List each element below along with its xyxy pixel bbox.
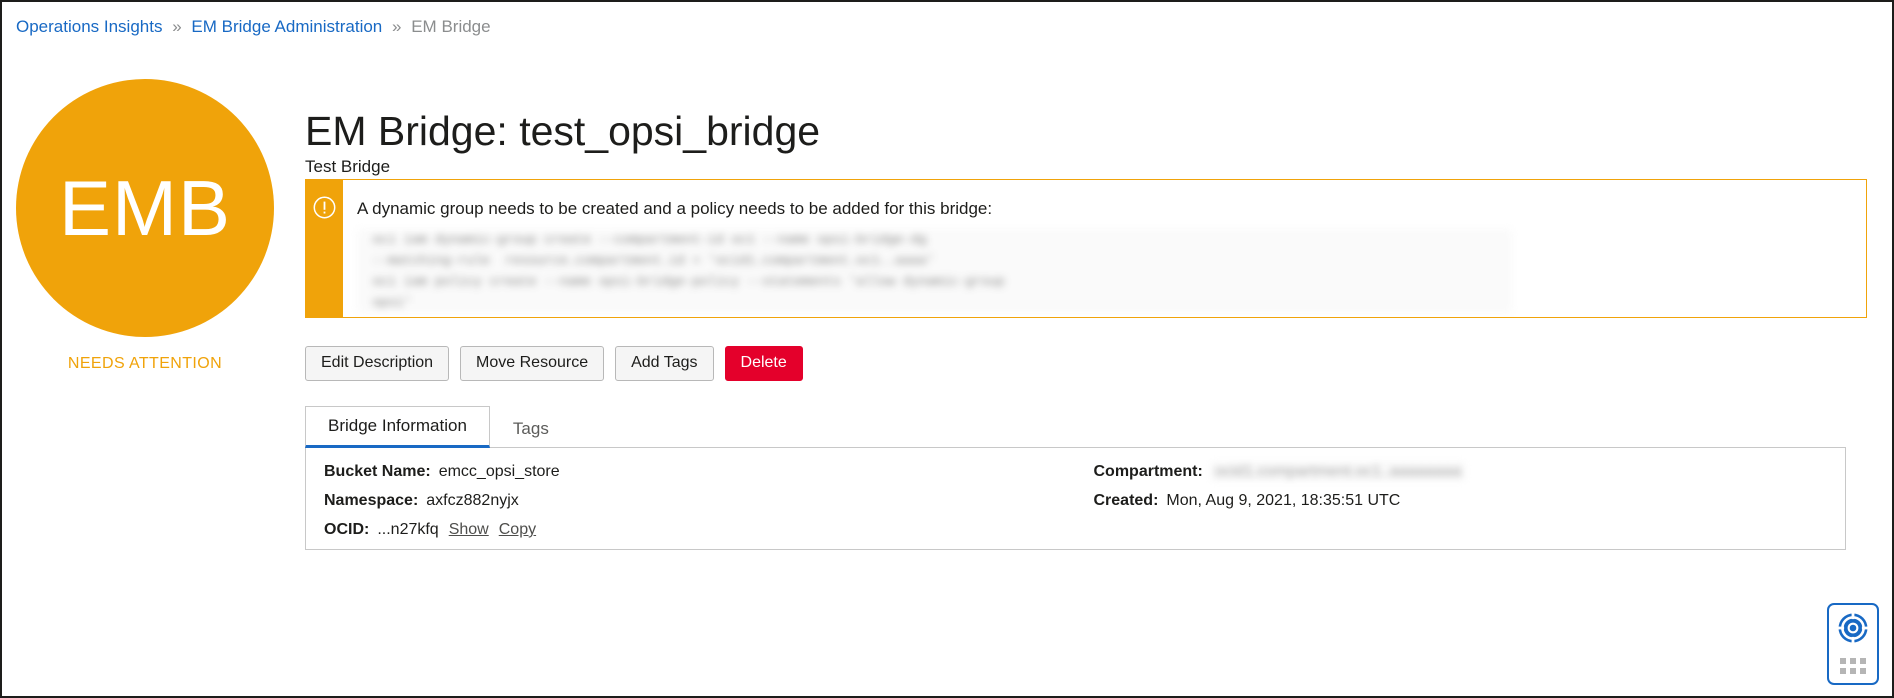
detail-label: Compartment: xyxy=(1094,462,1203,481)
warning-banner-code-redacted: oci iam dynamic-group create --compartme… xyxy=(357,229,1512,313)
status-badge: NEEDS ATTENTION xyxy=(16,355,274,373)
page-title: EM Bridge: test_opsi_bridge xyxy=(305,108,820,154)
detail-value-created: Mon, Aug 9, 2021, 18:35:51 UTC xyxy=(1166,491,1400,510)
breadcrumb: Operations Insights » EM Bridge Administ… xyxy=(16,16,491,38)
detail-value-bucket-name: emcc_opsi_store xyxy=(439,462,560,481)
edit-description-button[interactable]: Edit Description xyxy=(305,346,449,381)
add-tags-button[interactable]: Add Tags xyxy=(615,346,713,381)
warning-banner: A dynamic group needs to be created and … xyxy=(305,179,1867,318)
breadcrumb-item-em-bridge: EM Bridge xyxy=(411,17,490,36)
detail-value-namespace: axfcz882nyjx xyxy=(426,491,519,510)
detail-column-right: Compartment: ocid1.compartment.oc1..aaaa… xyxy=(1076,462,1846,549)
avatar: EMB xyxy=(16,79,274,337)
drag-grip-icon[interactable] xyxy=(1840,658,1866,674)
detail-row-namespace: Namespace: axfcz882nyjx xyxy=(324,491,1076,510)
breadcrumb-item-operations-insights[interactable]: Operations Insights xyxy=(16,17,162,36)
breadcrumb-item-em-bridge-administration[interactable]: EM Bridge Administration xyxy=(191,17,382,36)
detail-row-ocid: OCID: ...n27kfq Show Copy xyxy=(324,520,1076,539)
detail-row-bucket-name: Bucket Name: emcc_opsi_store xyxy=(324,462,1076,481)
warning-banner-message: A dynamic group needs to be created and … xyxy=(357,199,1852,219)
copy-ocid-link[interactable]: Copy xyxy=(499,520,536,539)
move-resource-button[interactable]: Move Resource xyxy=(460,346,604,381)
detail-value-compartment: ocid1.compartment.oc1..aaaaaaaa xyxy=(1211,462,1465,481)
tab-bridge-information[interactable]: Bridge Information xyxy=(305,406,490,448)
detail-value-ocid: ...n27kfq xyxy=(377,520,438,539)
delete-button[interactable]: Delete xyxy=(725,346,803,381)
breadcrumb-separator: » xyxy=(392,17,401,36)
detail-label: Bucket Name: xyxy=(324,462,431,481)
warning-banner-body: A dynamic group needs to be created and … xyxy=(343,180,1866,317)
detail-label: OCID: xyxy=(324,520,369,539)
show-ocid-link[interactable]: Show xyxy=(449,520,489,539)
page-subtitle: Test Bridge xyxy=(305,157,390,177)
detail-label: Created: xyxy=(1094,491,1159,510)
warning-banner-accent-strip xyxy=(306,180,343,317)
breadcrumb-separator: » xyxy=(172,17,181,36)
exclamation-circle-icon xyxy=(313,196,336,219)
avatar-initials: EMB xyxy=(59,169,231,247)
detail-row-created: Created: Mon, Aug 9, 2021, 18:35:51 UTC xyxy=(1094,491,1846,510)
tab-bar: Bridge Information Tags xyxy=(305,409,1846,448)
tab-tags[interactable]: Tags xyxy=(490,409,572,448)
bridge-information-panel: Bucket Name: emcc_opsi_store Namespace: … xyxy=(305,448,1846,550)
action-button-row: Edit Description Move Resource Add Tags … xyxy=(305,346,803,381)
detail-label: Namespace: xyxy=(324,491,418,510)
em-bridge-detail-page: Operations Insights » EM Bridge Administ… xyxy=(0,0,1894,698)
resource-avatar-block: EMB NEEDS ATTENTION xyxy=(16,79,274,373)
help-widget[interactable] xyxy=(1827,603,1879,685)
detail-column-left: Bucket Name: emcc_opsi_store Namespace: … xyxy=(306,462,1076,549)
detail-row-compartment: Compartment: ocid1.compartment.oc1..aaaa… xyxy=(1094,462,1846,481)
lifesaver-icon[interactable] xyxy=(1836,611,1870,650)
